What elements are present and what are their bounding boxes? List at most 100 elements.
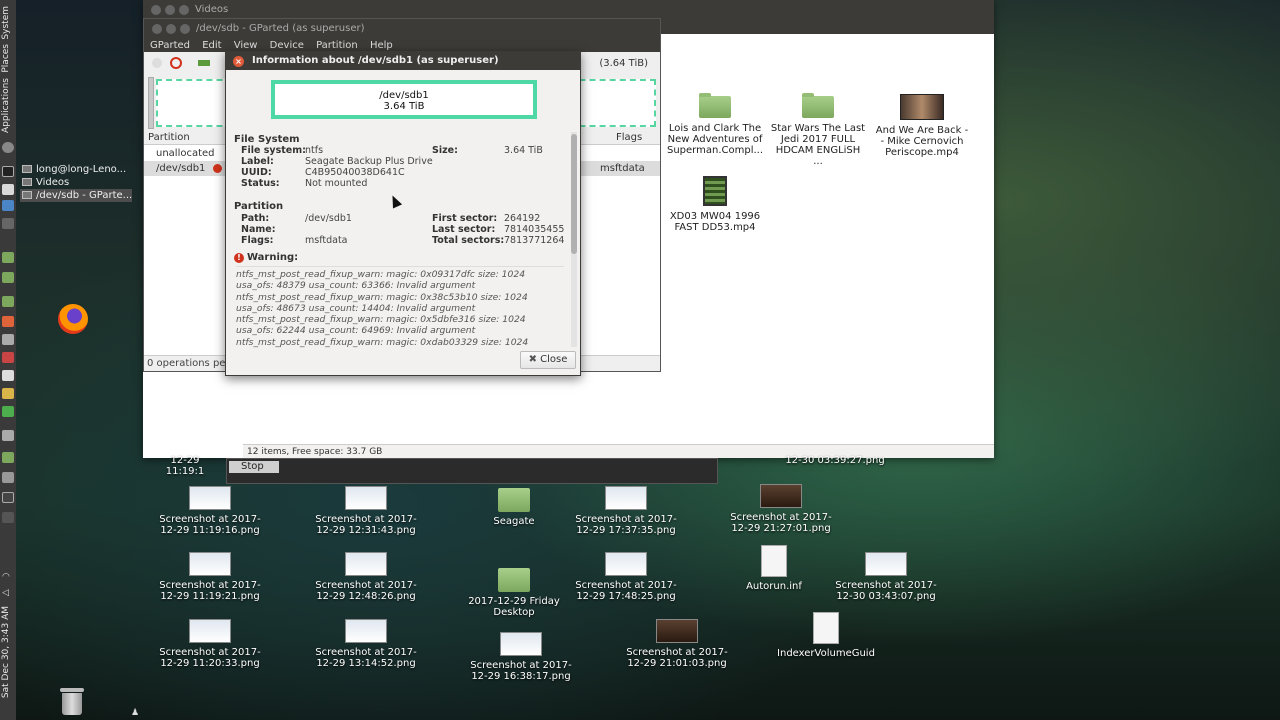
apply-icon[interactable]	[198, 60, 210, 66]
delete-icon[interactable]	[170, 57, 182, 69]
launcher-icon[interactable]	[2, 388, 14, 399]
desktop-icon[interactable]: Screenshot at 2017-12-29 21:01:03.png	[622, 619, 732, 669]
desktop-icon[interactable]: IndexerVolumeGuid	[771, 612, 881, 659]
left-panel: System Places Applications ◠ ◁ Sat Dec 3…	[0, 0, 16, 720]
desktop-icon[interactable]: 2017-12-29 Friday Desktop	[459, 568, 569, 618]
clock[interactable]: Sat Dec 30, 3:43 AM	[1, 606, 11, 698]
gparted-icon[interactable]	[2, 200, 14, 211]
menu-device[interactable]: Device	[270, 40, 304, 51]
terminal-icon[interactable]	[2, 166, 14, 177]
file-system-header: File System	[234, 134, 300, 145]
desktop-icon[interactable]: Screenshot at 2017-12-29 11:19:16.png	[155, 486, 265, 536]
desktop-icon[interactable]: Seagate	[459, 488, 569, 527]
status-value: Not mounted	[305, 178, 368, 189]
menu-view[interactable]: View	[234, 40, 258, 51]
desktop-icon[interactable]: Screenshot at 2017-12-30 03:43:07.png	[831, 552, 941, 602]
path-value: /dev/sdb1	[305, 213, 352, 224]
firefox-icon[interactable]	[58, 304, 88, 334]
uuid-value: C4B95040038D641C	[305, 167, 405, 178]
warning-header: ! Warning:	[234, 252, 298, 263]
launcher-icon[interactable]	[2, 272, 14, 283]
minimize-icon[interactable]	[166, 24, 176, 34]
device-selector[interactable]: (3.64 TiB)	[598, 56, 656, 72]
menu-gparted[interactable]: GParted	[150, 40, 190, 51]
flags-value: msftdata	[305, 235, 348, 246]
gparted-icon	[22, 191, 32, 199]
launcher-icon[interactable]	[2, 316, 14, 327]
scrollbar-thumb[interactable]	[571, 134, 577, 254]
launcher-icon[interactable]	[2, 252, 14, 263]
task-terminal[interactable]: long@long-Leno...	[20, 163, 132, 176]
wifi-icon[interactable]: ◠	[2, 572, 14, 583]
launcher-icon[interactable]	[2, 370, 14, 381]
user-icon[interactable]: ♟	[131, 708, 139, 718]
warning-text[interactable]: ntfs_mst_post_read_fixup_warn: magic: 0x…	[236, 266, 564, 348]
launcher-icon[interactable]	[2, 452, 14, 463]
launcher-icon[interactable]	[2, 296, 14, 307]
image-thumbnail	[605, 552, 647, 576]
image-thumbnail	[760, 484, 802, 508]
places-menu[interactable]: Places	[1, 44, 11, 73]
image-thumbnail	[500, 632, 542, 656]
gparted-titlebar[interactable]: /dev/sdb - GParted (as superuser)	[144, 19, 660, 39]
close-button[interactable]: ✖ Close	[520, 351, 576, 369]
stop-button[interactable]: Stop	[229, 461, 279, 473]
first-sector-value: 264192	[504, 213, 541, 224]
desktop-icon[interactable]: Screenshot at 2017-12-29 12:48:26.png	[311, 552, 421, 602]
minimize-icon[interactable]	[165, 5, 175, 15]
maximize-icon[interactable]	[179, 5, 189, 15]
desktop-icon[interactable]: Screenshot at 2017-12-29 21:27:01.png	[726, 484, 836, 534]
partition-map-unallocated[interactable]	[148, 77, 154, 129]
trash-icon[interactable]	[60, 688, 84, 716]
partition-info-dialog: × Information about /dev/sdb1 (as superu…	[225, 51, 581, 376]
applications-menu[interactable]: Applications	[1, 78, 11, 133]
desktop-label-partial: 12-30 03:39:27.png	[785, 455, 885, 466]
launcher-icon[interactable]	[2, 406, 14, 417]
ubuntu-icon[interactable]	[2, 142, 14, 153]
file-item[interactable]: Lois and Clark The New Adventures of Sup…	[667, 93, 763, 156]
desktop-icon[interactable]: Screenshot at 2017-12-29 17:48:25.png	[571, 552, 681, 602]
file-item[interactable]: Star Wars The Last Jedi 2017 FULL HDCAM …	[770, 93, 866, 167]
maximize-icon[interactable]	[180, 24, 190, 34]
desktop-icon[interactable]: Screenshot at 2017-12-29 17:37:35.png	[571, 486, 681, 536]
close-x-icon: ✖	[528, 354, 537, 365]
file-item[interactable]: XD03 MW04 1996 FAST DD53.mp4	[667, 176, 763, 233]
close-icon[interactable]: ×	[233, 56, 244, 67]
dialog-titlebar[interactable]: × Information about /dev/sdb1 (as superu…	[226, 52, 580, 70]
system-menu[interactable]: System	[1, 6, 11, 40]
videos-titlebar[interactable]: Videos	[143, 0, 994, 20]
volume-icon[interactable]: ◁	[2, 588, 14, 599]
monitor-icon[interactable]	[2, 218, 14, 229]
videos-toolbar	[661, 20, 994, 34]
desktop-icon[interactable]: Screenshot at 2017-12-29 11:20:33.png	[155, 619, 265, 669]
launcher-icon[interactable]	[2, 334, 14, 345]
desktop-icon[interactable]: Autorun.inf	[719, 545, 829, 592]
desktop-icon[interactable]: Screenshot at 2017-12-29 13:14:52.png	[311, 619, 421, 669]
file-item[interactable]: And We Are Back - - Mike Cernovich Peris…	[874, 94, 970, 158]
launcher-icon[interactable]	[2, 430, 14, 441]
video-thumbnail	[900, 94, 944, 120]
launcher-icon[interactable]	[2, 492, 14, 503]
desktop-icon[interactable]: Screenshot at 2017-12-29 16:38:17.png	[466, 632, 576, 682]
desktop-icon[interactable]: Screenshot at 2017-12-29 11:19:21.png	[155, 552, 265, 602]
column-partition[interactable]: Partition	[148, 131, 190, 145]
menu-help[interactable]: Help	[370, 40, 393, 51]
desktop-icon[interactable]: Screenshot at 2017-12-29 12:31:43.png	[311, 486, 421, 536]
dialog-scrollbar[interactable]	[571, 132, 577, 347]
files-icon[interactable]	[2, 184, 14, 195]
task-videos[interactable]: Videos	[20, 176, 132, 189]
launcher-icon[interactable]	[2, 512, 14, 523]
close-icon[interactable]	[151, 5, 161, 15]
size-value: 3.64 TiB	[504, 145, 543, 156]
new-icon[interactable]	[152, 58, 162, 68]
launcher-icon[interactable]	[2, 352, 14, 363]
menu-edit[interactable]: Edit	[202, 40, 221, 51]
folder-icon	[802, 93, 834, 118]
film-icon	[703, 176, 727, 206]
launcher-icon[interactable]	[2, 472, 14, 483]
menu-partition[interactable]: Partition	[316, 40, 358, 51]
column-flags[interactable]: Flags	[616, 131, 642, 145]
task-gparted[interactable]: /dev/sdb - GParte...	[20, 189, 133, 202]
warning-icon	[213, 164, 222, 173]
close-icon[interactable]	[152, 24, 162, 34]
